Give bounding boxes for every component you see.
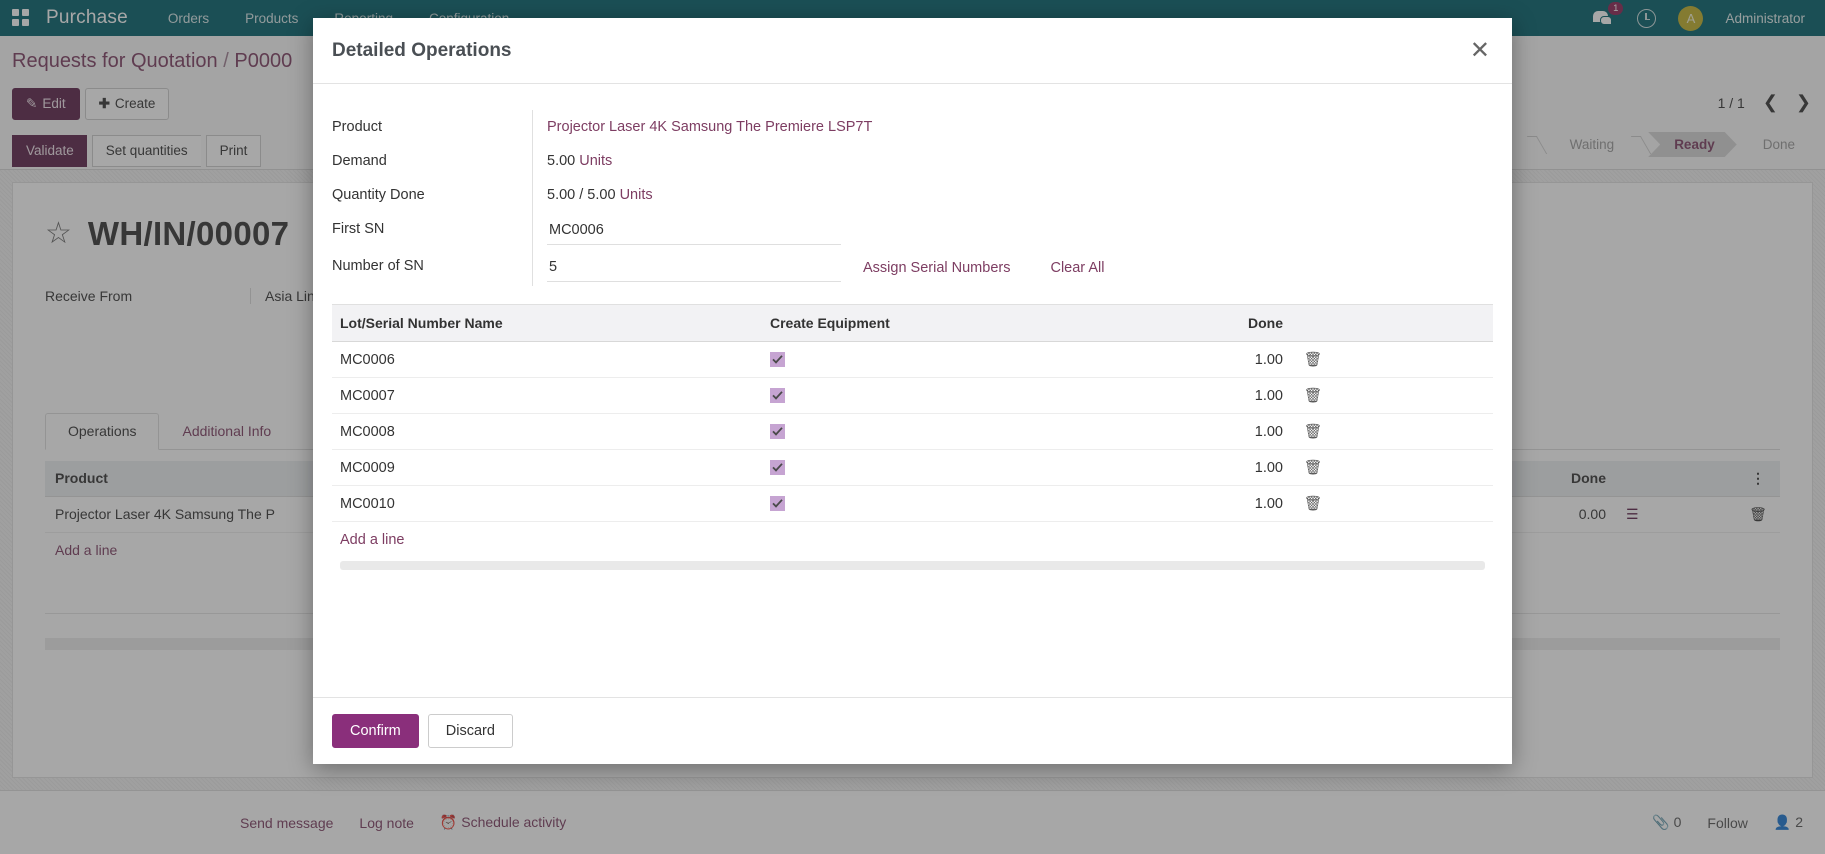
table-row[interactable]: MC0006 1.00 🗑 bbox=[332, 342, 1493, 378]
cell-create-equipment[interactable] bbox=[762, 343, 1089, 377]
demand-unit: Units bbox=[579, 153, 612, 169]
cell-done[interactable]: 1.00 bbox=[1089, 343, 1291, 377]
create-equipment-checkbox[interactable] bbox=[770, 424, 785, 439]
demand-label: Demand bbox=[332, 144, 532, 178]
quantity-done-label: Quantity Done bbox=[332, 178, 532, 212]
trash-icon[interactable]: 🗑 bbox=[1291, 414, 1335, 449]
cell-create-equipment[interactable] bbox=[762, 415, 1089, 449]
create-equipment-checkbox[interactable] bbox=[770, 388, 785, 403]
dialog-footer: Confirm Discard bbox=[313, 697, 1512, 764]
table-horizontal-scrollbar[interactable] bbox=[340, 561, 1485, 570]
cell-serial-name[interactable]: MC0006 bbox=[332, 343, 762, 377]
dialog-title: Detailed Operations bbox=[332, 40, 512, 62]
cell-done[interactable]: 1.00 bbox=[1089, 487, 1291, 521]
demand-value-cell: 5.00 Units bbox=[532, 144, 1493, 178]
demand-value: 5.00 bbox=[547, 153, 575, 169]
table-row[interactable]: MC0009 1.00 🗑 bbox=[332, 450, 1493, 486]
quantity-done-value-cell: 5.00 / 5.00 Units bbox=[532, 178, 1493, 212]
table-row[interactable]: MC0008 1.00 🗑 bbox=[332, 414, 1493, 450]
trash-icon[interactable]: 🗑 bbox=[1291, 378, 1335, 413]
product-label: Product bbox=[332, 110, 532, 144]
detailed-operations-dialog: Detailed Operations ✕ Product Projector … bbox=[313, 18, 1512, 764]
first-sn-cell bbox=[532, 212, 1493, 249]
col-lot-serial-number-name: Lot/Serial Number Name bbox=[332, 305, 762, 341]
create-equipment-checkbox[interactable] bbox=[770, 496, 785, 511]
serial-numbers-table: Lot/Serial Number Name Create Equipment … bbox=[332, 304, 1493, 570]
first-sn-input[interactable] bbox=[547, 216, 841, 245]
assign-serial-numbers-link[interactable]: Assign Serial Numbers bbox=[863, 260, 1010, 276]
quantity-done-unit: Units bbox=[620, 187, 653, 203]
cell-serial-name[interactable]: MC0008 bbox=[332, 415, 762, 449]
dialog-header: Detailed Operations ✕ bbox=[313, 18, 1512, 84]
cell-create-equipment[interactable] bbox=[762, 379, 1089, 413]
operation-form: Product Projector Laser 4K Samsung The P… bbox=[332, 110, 1493, 286]
add-a-line-link[interactable]: Add a line bbox=[332, 522, 1493, 558]
quantity-done-value: 5.00 / 5.00 bbox=[547, 187, 616, 203]
cell-serial-name[interactable]: MC0007 bbox=[332, 379, 762, 413]
col-create-equipment: Create Equipment bbox=[762, 305, 1089, 341]
number-of-sn-input[interactable] bbox=[547, 253, 841, 282]
cell-create-equipment[interactable] bbox=[762, 487, 1089, 521]
trash-icon[interactable]: 🗑 bbox=[1291, 486, 1335, 521]
first-sn-label: First SN bbox=[332, 212, 532, 249]
cell-done[interactable]: 1.00 bbox=[1089, 379, 1291, 413]
sn-action-links: Assign Serial Numbers Clear All bbox=[863, 260, 1104, 276]
cell-serial-name[interactable]: MC0010 bbox=[332, 487, 762, 521]
cell-create-equipment[interactable] bbox=[762, 451, 1089, 485]
confirm-button[interactable]: Confirm bbox=[332, 714, 419, 748]
table-row[interactable]: MC0007 1.00 🗑 bbox=[332, 378, 1493, 414]
table-row[interactable]: MC0010 1.00 🗑 bbox=[332, 486, 1493, 522]
number-of-sn-label: Number of SN bbox=[332, 249, 532, 286]
cell-done[interactable]: 1.00 bbox=[1089, 415, 1291, 449]
cell-done[interactable]: 1.00 bbox=[1089, 451, 1291, 485]
cell-serial-name[interactable]: MC0009 bbox=[332, 451, 762, 485]
create-equipment-checkbox[interactable] bbox=[770, 352, 785, 367]
create-equipment-checkbox[interactable] bbox=[770, 460, 785, 475]
col-actions bbox=[1291, 305, 1335, 341]
dialog-body: Product Projector Laser 4K Samsung The P… bbox=[313, 84, 1512, 697]
number-of-sn-cell: Assign Serial Numbers Clear All bbox=[532, 249, 1493, 286]
col-done: Done bbox=[1089, 305, 1291, 341]
clear-all-link[interactable]: Clear All bbox=[1050, 260, 1104, 276]
discard-button[interactable]: Discard bbox=[428, 714, 513, 748]
product-value[interactable]: Projector Laser 4K Samsung The Premiere … bbox=[532, 110, 952, 144]
serial-table-header: Lot/Serial Number Name Create Equipment … bbox=[332, 304, 1493, 342]
trash-icon[interactable]: 🗑 bbox=[1291, 342, 1335, 377]
trash-icon[interactable]: 🗑 bbox=[1291, 450, 1335, 485]
close-icon[interactable]: ✕ bbox=[1470, 39, 1490, 63]
